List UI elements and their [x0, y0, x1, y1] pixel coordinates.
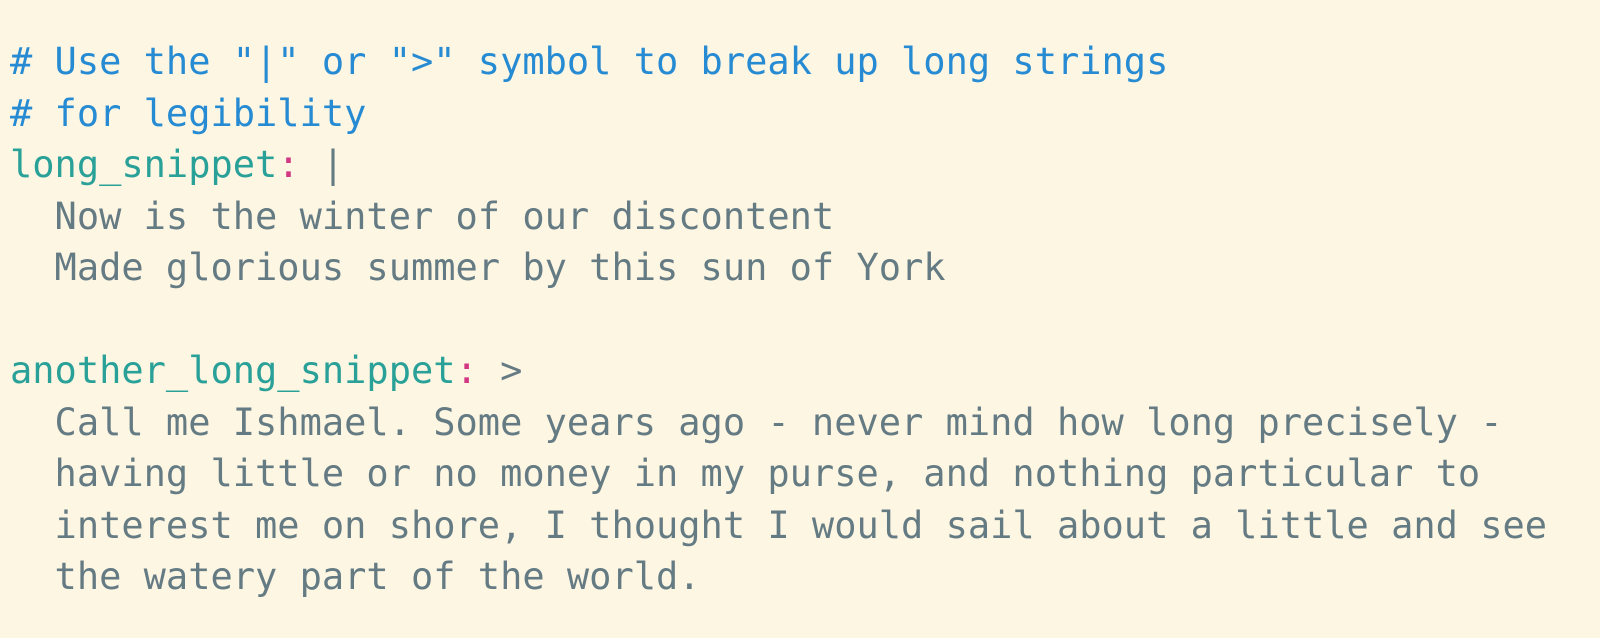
code-line: having little or no money in my purse, a… — [10, 448, 1547, 500]
code-line: the watery part of the world. — [10, 551, 1547, 603]
yaml-key: another_long_snippet — [10, 349, 456, 392]
code-line: interest me on shore, I thought I would … — [10, 500, 1548, 552]
yaml-value: Call me Ishmael. Some years ago - never … — [10, 400, 1503, 444]
yaml-key: long_snippet — [10, 143, 278, 186]
yaml-colon: : — [455, 349, 478, 392]
yaml-value: interest me on shore, I thought I would … — [10, 503, 1548, 547]
yaml-comment: # for legibility — [10, 91, 367, 135]
yaml-comment: # Use the "|" or ">" symbol to break up … — [10, 40, 1169, 83]
code-block: # Use the "|" or ">" symbol to break up … — [10, 36, 1547, 603]
code-line: long_snippet: | — [10, 139, 1547, 191]
yaml-value: Made glorious summer by this sun of York — [10, 246, 946, 289]
code-line: Call me Ishmael. Some years ago - never … — [10, 397, 1547, 449]
code-line: another_long_snippet: > — [10, 345, 1547, 397]
code-line: Made glorious summer by this sun of York — [10, 242, 1547, 294]
code-line: # for legibility — [10, 88, 1547, 140]
yaml-value: the watery part of the world. — [10, 555, 701, 598]
code-line: Now is the winter of our discontent — [10, 191, 1547, 243]
code-line: # Use the "|" or ">" symbol to break up … — [10, 36, 1547, 88]
yaml-value: Now is the winter of our discontent — [10, 194, 835, 238]
yaml-value: | — [299, 143, 345, 186]
yaml-value: having little or no money in my purse, a… — [10, 452, 1481, 495]
yaml-colon: : — [277, 143, 300, 186]
yaml-value: > — [477, 349, 523, 392]
